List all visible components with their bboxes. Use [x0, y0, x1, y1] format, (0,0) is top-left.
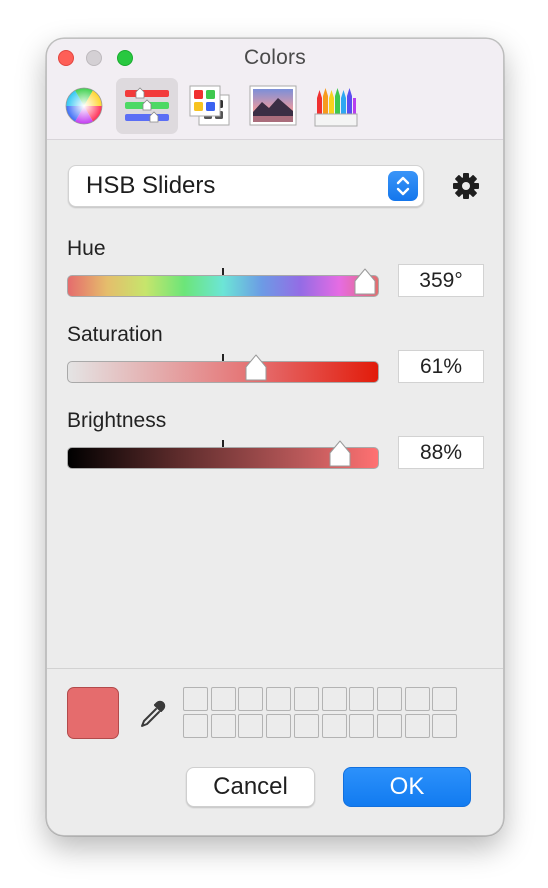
image-palettes-tool[interactable] — [242, 78, 304, 134]
color-wheel-tool[interactable] — [53, 78, 115, 134]
saved-color-wells — [183, 687, 463, 743]
cancel-button[interactable]: Cancel — [186, 767, 315, 807]
saturation-slider[interactable] — [67, 354, 379, 383]
colors-window: Colors HSB Sliders Hue 359° Saturation 6… — [46, 38, 504, 836]
color-well[interactable] — [321, 687, 347, 711]
color-palettes-tool[interactable] — [179, 78, 241, 134]
hue-slider-thumb[interactable] — [353, 267, 377, 295]
color-well[interactable] — [183, 714, 208, 738]
color-well[interactable] — [238, 714, 264, 738]
color-well[interactable] — [293, 714, 319, 738]
color-well[interactable] — [210, 687, 236, 711]
color-well[interactable] — [404, 687, 430, 711]
color-well[interactable] — [376, 687, 402, 711]
color-well[interactable] — [183, 687, 208, 711]
hue-label: Hue — [67, 237, 106, 260]
eyedropper-icon[interactable] — [135, 697, 169, 731]
color-well[interactable] — [432, 714, 458, 738]
color-well[interactable] — [404, 714, 430, 738]
ok-button[interactable]: OK — [343, 767, 471, 807]
color-well[interactable] — [432, 687, 458, 711]
brightness-value-field[interactable]: 88% — [398, 436, 484, 469]
divider — [47, 668, 503, 669]
titlebar: Colors — [47, 39, 503, 140]
current-color-swatch[interactable] — [67, 687, 119, 739]
pencils-tool[interactable] — [305, 78, 367, 134]
color-well[interactable] — [266, 687, 292, 711]
color-sliders-tool[interactable] — [116, 78, 178, 134]
color-well[interactable] — [238, 687, 264, 711]
color-well[interactable] — [210, 714, 236, 738]
color-well[interactable] — [376, 714, 402, 738]
color-well[interactable] — [293, 687, 319, 711]
window-title: Colors — [244, 46, 306, 69]
color-mode-label: HSB Sliders — [86, 172, 216, 199]
color-well[interactable] — [266, 714, 292, 738]
brightness-slider[interactable] — [67, 440, 379, 469]
hue-slider[interactable] — [67, 268, 379, 297]
brightness-slider-thumb[interactable] — [328, 439, 352, 467]
color-well[interactable] — [321, 714, 347, 738]
saturation-value-field[interactable]: 61% — [398, 350, 484, 383]
color-well[interactable] — [349, 714, 375, 738]
chevron-up-down-icon — [388, 171, 418, 201]
color-mode-popup[interactable]: HSB Sliders — [68, 165, 424, 207]
color-well[interactable] — [349, 687, 375, 711]
brightness-label: Brightness — [67, 409, 167, 432]
saturation-label: Saturation — [67, 323, 163, 346]
gear-icon[interactable] — [451, 171, 481, 201]
saturation-slider-thumb[interactable] — [244, 353, 268, 381]
hue-value-field[interactable]: 359° — [398, 264, 484, 297]
